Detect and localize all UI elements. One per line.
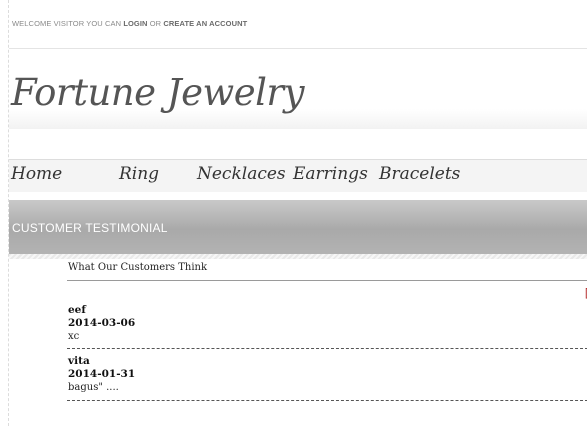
welcome-message: WELCOME VISITOR YOU CAN LOGIN OR CREATE … bbox=[12, 19, 247, 28]
nav-item-necklaces[interactable]: Necklaces bbox=[197, 164, 286, 184]
testimonial-message: bagus" .... bbox=[68, 382, 119, 393]
heading-rule bbox=[67, 280, 587, 281]
site-logo[interactable]: Fortune Jewelry bbox=[11, 71, 305, 114]
nav-item-ring[interactable]: Ring bbox=[119, 164, 159, 184]
testimonial-date: 2014-03-06 bbox=[68, 317, 136, 329]
entry-separator bbox=[67, 400, 587, 401]
nav-item-bracelets[interactable]: Bracelets bbox=[379, 164, 460, 184]
or-text: OR bbox=[149, 19, 162, 28]
section-header: CUSTOMER TESTIMONIAL bbox=[9, 200, 587, 254]
testimonials-heading: What Our Customers Think bbox=[68, 262, 208, 273]
section-title: CUSTOMER TESTIMONIAL bbox=[12, 221, 168, 235]
testimonial-date: 2014-01-31 bbox=[68, 368, 136, 380]
testimonial-author: vita bbox=[68, 355, 90, 367]
main-navigation: Home Ring Necklaces Earrings Bracelets bbox=[9, 159, 587, 192]
entry-separator bbox=[67, 348, 587, 349]
top-bar: WELCOME VISITOR YOU CAN LOGIN OR CREATE … bbox=[9, 0, 587, 49]
nav-item-earrings[interactable]: Earrings bbox=[293, 164, 368, 184]
welcome-prefix: WELCOME VISITOR YOU CAN bbox=[12, 19, 122, 28]
page-frame: WELCOME VISITOR YOU CAN LOGIN OR CREATE … bbox=[8, 0, 587, 426]
testimonial-entry: vita 2014-01-31 bagus" .... bbox=[68, 355, 587, 394]
testimonial-author: eef bbox=[68, 304, 86, 316]
testimonials-panel: What Our Customers Think [ eef 2014-03-0… bbox=[67, 259, 587, 426]
testimonial-message: xc bbox=[68, 331, 80, 342]
nav-item-home[interactable]: Home bbox=[11, 164, 62, 184]
header: Fortune Jewelry bbox=[9, 49, 587, 129]
testimonial-entry: eef 2014-03-06 xc bbox=[68, 304, 587, 343]
login-link[interactable]: LOGIN bbox=[123, 19, 147, 28]
create-account-link[interactable]: CREATE AN ACCOUNT bbox=[163, 19, 247, 28]
